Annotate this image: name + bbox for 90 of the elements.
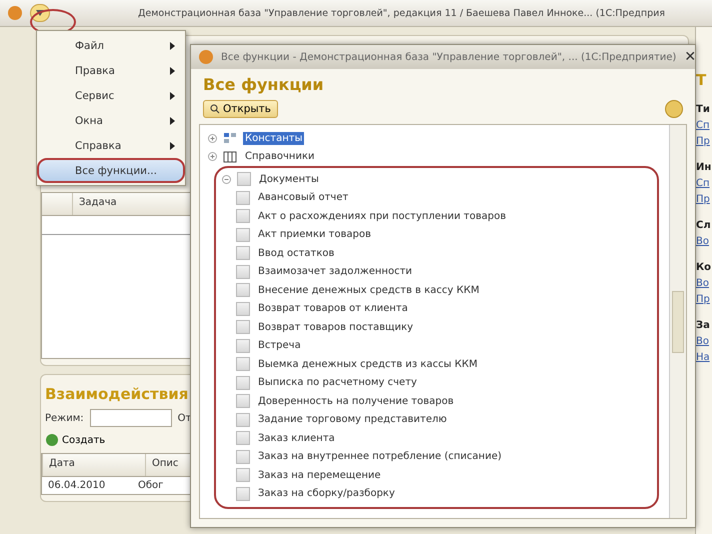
column-header[interactable]: Дата	[42, 454, 145, 476]
tree-item[interactable]: Справочники	[243, 150, 316, 164]
document-icon	[236, 468, 250, 482]
tree-item[interactable]: Возврат товаров от клиента	[256, 302, 410, 316]
section-heading: За	[696, 320, 711, 331]
tree-item[interactable]: Выемка денежных средств из кассы ККМ	[256, 358, 480, 371]
tree-item[interactable]: Заказ на внутреннее потребление (списание)	[256, 450, 504, 464]
tree-item[interactable]: Взаимозачет задолженности	[256, 265, 414, 278]
link[interactable]: Сп	[696, 120, 712, 131]
tree-item[interactable]: Заказ клиента	[256, 432, 337, 445]
document-icon	[236, 190, 250, 205]
grid-icon	[223, 132, 237, 144]
tree-item[interactable]: Возврат товаров поставщику	[256, 320, 416, 334]
menu-item[interactable]: Справка	[37, 133, 185, 158]
document-icon	[236, 283, 250, 298]
search-icon	[210, 104, 220, 114]
menu-item[interactable]: Правка	[37, 58, 185, 83]
submenu-arrow-icon	[170, 116, 175, 124]
section-title: Взаимодействия	[45, 385, 188, 403]
tree-item[interactable]: Встреча	[256, 339, 303, 352]
dialog-title: Все функции - Демонстрационная база "Управление торговлей", ... (1С:Предприятие)	[221, 52, 676, 62]
document-icon	[236, 486, 250, 501]
link[interactable]: Сп	[696, 178, 712, 189]
submenu-arrow-icon	[170, 66, 175, 74]
document-icon	[236, 228, 250, 242]
document-icon	[236, 450, 250, 464]
table-cell-text: 06.04.2010	[47, 479, 106, 493]
link[interactable]: На	[696, 352, 712, 363]
document-icon	[236, 338, 250, 353]
submenu-arrow-icon	[170, 42, 175, 50]
tree-item[interactable]: Заказ на перемещение	[256, 468, 383, 482]
tree-item[interactable]: Акт приемки товаров	[256, 228, 374, 242]
document-icon	[236, 320, 250, 334]
expand-icon[interactable]	[208, 152, 217, 162]
document-icon	[236, 431, 250, 446]
open-button[interactable]: Открыть	[203, 100, 278, 118]
document-icon	[236, 209, 250, 224]
submenu-arrow-icon	[170, 142, 175, 150]
dialog-heading: Все функции	[202, 74, 325, 96]
tree-item[interactable]: Константы	[243, 132, 304, 145]
field-label: Режим:	[45, 412, 84, 424]
document-icon	[236, 246, 250, 260]
section-heading: Сл	[696, 220, 712, 231]
tree-item[interactable]: Внесение денежных средств в кассу ККМ	[256, 284, 482, 297]
tree-item[interactable]: Акт о расхождениях при поступлении товаров	[256, 210, 508, 223]
submenu-arrow-icon	[170, 92, 175, 100]
document-icon	[237, 172, 251, 186]
create-button[interactable]: Создать	[45, 433, 106, 447]
tree-item[interactable]: Авансовый отчет	[256, 191, 350, 204]
section-heading: Т	[696, 71, 708, 89]
expand-icon[interactable]	[208, 134, 217, 143]
menu-item[interactable]: Окна	[37, 108, 185, 133]
menu-item[interactable]: Файл	[37, 33, 185, 58]
section-heading: Ин	[696, 162, 712, 173]
field-label: От	[178, 412, 192, 424]
scrollbar[interactable]	[669, 125, 686, 518]
link[interactable]: Во	[696, 278, 712, 289]
table-cell-text: Обог	[137, 479, 164, 493]
tree-item[interactable]: Ввод остатков	[256, 246, 336, 260]
main-menu-button[interactable]	[30, 4, 50, 22]
document-icon	[236, 412, 250, 427]
app-logo-icon	[199, 50, 213, 64]
document-icon	[236, 357, 250, 372]
menu-item[interactable]: Сервис	[37, 83, 185, 108]
link[interactable]: Во	[696, 336, 712, 347]
document-icon	[236, 376, 250, 390]
circle-icon	[45, 433, 59, 447]
menu-item[interactable]: Все функции...	[37, 158, 185, 183]
window-title: Демонстрационная база "Управление торговлей", редакция 11 / Баешева Павел Инноке... (1С:Предприя	[138, 8, 666, 18]
link[interactable]: Пр	[696, 294, 712, 305]
mode-field[interactable]	[90, 409, 172, 427]
tree-item[interactable]: Доверенность на получение товаров	[256, 394, 456, 408]
link[interactable]: Пр	[696, 136, 712, 147]
tree-item[interactable]: Задание торговому представителю	[256, 413, 449, 426]
tree-item[interactable]: Выписка по расчетному счету	[256, 376, 419, 390]
document-icon	[236, 302, 250, 316]
collapse-icon[interactable]	[222, 174, 231, 184]
tree-item[interactable]: Документы	[257, 172, 321, 186]
app-logo-icon	[8, 6, 22, 20]
caret-icon	[36, 10, 44, 16]
document-icon	[236, 394, 250, 408]
close-button[interactable]: ✕	[684, 49, 696, 65]
document-icon	[236, 264, 250, 279]
link[interactable]: Пр	[696, 194, 712, 205]
tree-item[interactable]: Заказ на сборку/разборку	[256, 487, 397, 500]
help-icon[interactable]	[665, 100, 683, 118]
section-heading: Ко	[696, 262, 712, 273]
section-heading: Ти	[696, 104, 711, 115]
columns-icon	[223, 150, 237, 163]
link[interactable]: Во	[696, 236, 712, 247]
